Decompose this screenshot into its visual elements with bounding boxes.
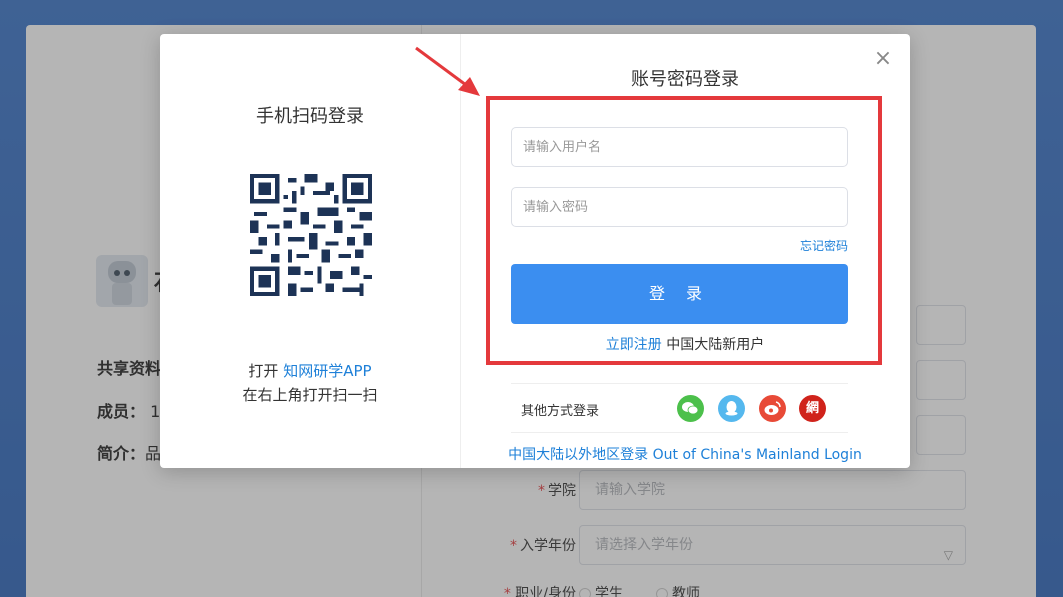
qr-hint-line2: 在右上角打开扫一扫	[242, 386, 378, 404]
password-input[interactable]	[511, 187, 848, 227]
login-button[interactable]: 登 录	[511, 264, 848, 324]
other-login-label: 其他方式登录	[521, 404, 600, 419]
qq-icon[interactable]	[718, 395, 745, 422]
forgot-password-link[interactable]: 忘记密码	[780, 237, 848, 254]
app-link[interactable]: 知网研学APP	[283, 362, 371, 380]
qr-code-icon	[250, 174, 372, 296]
account-login-title: 账号密码登录	[631, 69, 739, 90]
username-input[interactable]	[511, 127, 848, 167]
register-link[interactable]: 立即注册	[606, 337, 662, 353]
weibo-icon[interactable]	[759, 395, 786, 422]
login-modal: 手机扫码登录 打开 知网研学APP 在右上角打开扫一扫 × 账号密码登录 忘记密…	[160, 34, 910, 468]
qr-login-title: 手机扫码登录	[256, 106, 364, 127]
register-line: 立即注册 中国大陆新用户	[605, 337, 765, 353]
cnki-icon[interactable]: 網	[799, 395, 826, 422]
modal-divider	[460, 34, 461, 468]
qr-hint-line1: 打开 知网研学APP	[248, 362, 372, 380]
abroad-login-link[interactable]: 中国大陆以外地区登录 Out of China's Mainland Login	[461, 444, 909, 464]
other-login-row: 其他方式登录 網	[511, 383, 848, 433]
wechat-icon[interactable]	[677, 395, 704, 422]
